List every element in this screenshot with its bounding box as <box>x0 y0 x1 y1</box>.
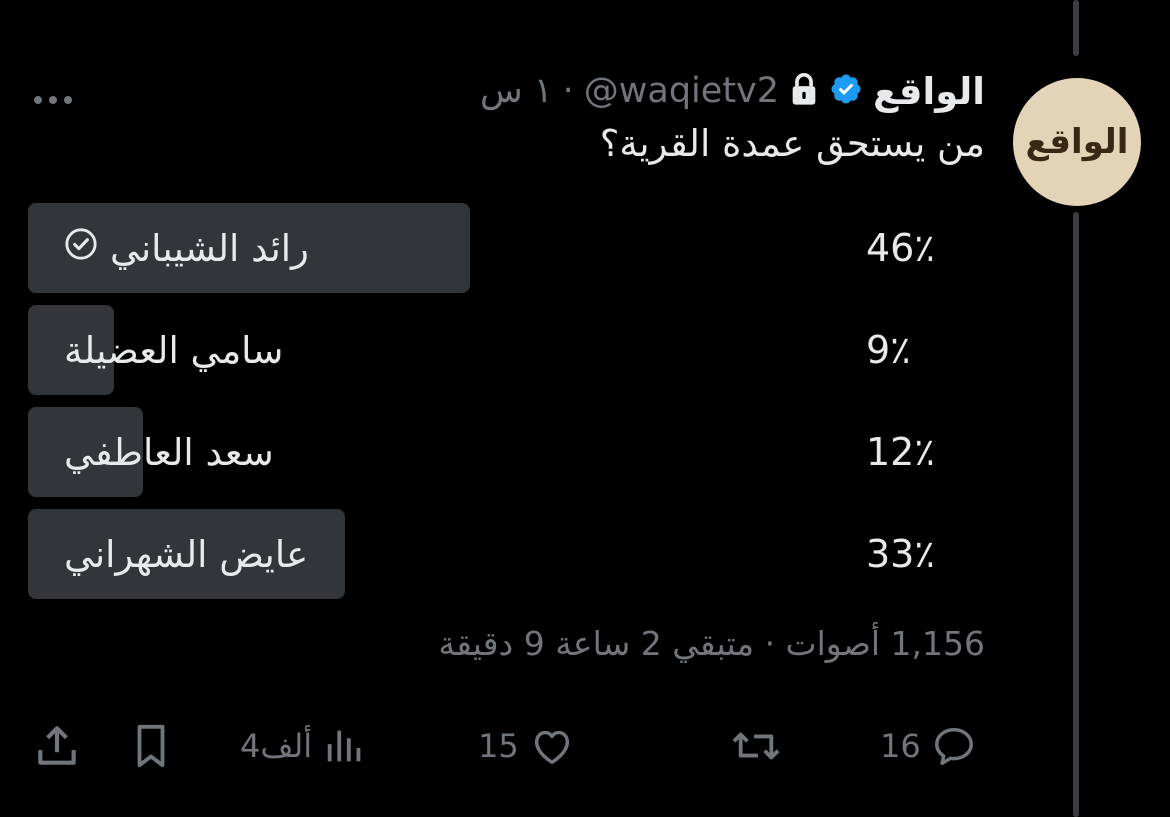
retweet-button[interactable] <box>728 716 784 776</box>
handle[interactable]: @waqietv2 <box>584 71 779 111</box>
poll-option-label: رائد الشيباني <box>64 203 309 293</box>
timestamp[interactable]: ١ س <box>480 71 553 111</box>
poll-option-percent: 33٪ <box>866 532 935 576</box>
more-icon[interactable] <box>32 80 74 115</box>
poll-option-percent: 46٪ <box>866 226 935 270</box>
poll-option-label: سامي العضيلة <box>64 305 283 395</box>
poll-meta: 1,156 أصوات · متبقي 2 ساعة 9 دقيقة <box>438 624 985 663</box>
bookmark-button[interactable] <box>128 716 174 776</box>
reply-button[interactable]: 16 <box>880 716 977 776</box>
lock-icon <box>789 72 819 110</box>
separator-dot: · <box>562 71 574 111</box>
poll-option-text: عايض الشهراني <box>64 532 309 576</box>
like-button[interactable]: 15 <box>478 716 575 776</box>
poll-option-text: سعد العاطفي <box>64 430 274 474</box>
action-bar: 16 15 4ألف <box>0 716 1170 776</box>
tweet-header: الواقع @waqietv2 · ١ س <box>480 64 985 118</box>
share-icon <box>32 721 82 771</box>
poll-option[interactable]: سامي العضيلة 9٪ <box>28 305 988 395</box>
bookmark-icon <box>128 721 174 771</box>
poll-option-label: عايض الشهراني <box>64 509 308 599</box>
poll-option[interactable]: سعد العاطفي 12٪ <box>28 407 988 497</box>
avatar-logo-text: الواقع <box>1025 122 1129 162</box>
display-name[interactable]: الواقع <box>873 70 985 113</box>
like-count: 15 <box>478 727 519 765</box>
poll-option-text: رائد الشيباني <box>110 226 309 270</box>
thread-line-top <box>1073 0 1079 56</box>
reply-icon <box>931 723 977 769</box>
views-button[interactable]: 4ألف <box>240 716 368 776</box>
poll-option-percent: 9٪ <box>866 328 911 372</box>
verified-badge-icon <box>829 72 863 110</box>
retweet-icon <box>728 723 784 769</box>
views-count: 4ألف <box>240 727 313 765</box>
tweet-text: من يستحق عمدة القرية؟ <box>599 122 985 165</box>
poll-option-text: سامي العضيلة <box>64 328 284 372</box>
poll-option[interactable]: رائد الشيباني 46٪ <box>28 203 988 293</box>
reply-count: 16 <box>880 727 921 765</box>
avatar[interactable]: الواقع <box>1013 78 1141 206</box>
poll-option-label: سعد العاطفي <box>64 407 274 497</box>
like-icon <box>529 723 575 769</box>
views-icon <box>322 723 368 769</box>
poll-option[interactable]: عايض الشهراني 33٪ <box>28 509 988 599</box>
poll-option-percent: 12٪ <box>866 430 935 474</box>
share-button[interactable] <box>32 716 82 776</box>
check-circle-icon <box>64 227 98 270</box>
